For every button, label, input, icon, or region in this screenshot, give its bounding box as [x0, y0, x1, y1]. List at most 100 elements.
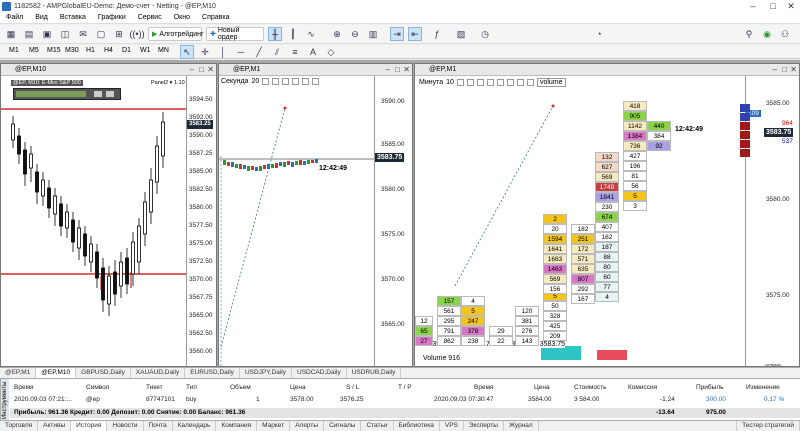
toolbox-side-tab[interactable]: Инструменты [0, 379, 9, 421]
tester-icon[interactable]: ⊞ [112, 27, 126, 41]
zoom-out-icon[interactable]: ⊖ [348, 27, 362, 41]
tab-alerts[interactable]: Алерты [290, 421, 325, 431]
templates-icon[interactable]: ▧ [454, 27, 468, 41]
tab-usdjpy[interactable]: USDJPY,Daily [240, 368, 292, 378]
price-axis-m1[interactable]: 3590.00 3585.00 3580.00 3575.00 3570.00 … [374, 76, 412, 366]
tab-assets[interactable]: Активы [38, 421, 72, 431]
shapes-icon[interactable]: ◇ [324, 45, 338, 59]
maximize-icon[interactable]: □ [782, 64, 787, 76]
algo-trading-button[interactable]: ▶ Алготрейдинг [148, 27, 204, 41]
tf-m1[interactable]: M1 [8, 47, 20, 54]
col-header-volume[interactable]: Объем [230, 384, 251, 391]
indicators-icon[interactable]: ƒ [430, 27, 444, 41]
signal-status-icon[interactable]: ◉ [760, 27, 774, 41]
tf-m5[interactable]: M5 [28, 47, 40, 54]
col-header-close-time[interactable]: Время [474, 384, 494, 391]
col-header-time[interactable]: Время [14, 384, 34, 391]
close-icon[interactable]: ✕ [790, 64, 797, 76]
tab-calendar[interactable]: Календарь [173, 421, 217, 431]
horizontal-line-icon[interactable]: ─ [234, 45, 248, 59]
close-icon[interactable]: ✕ [403, 64, 410, 76]
profiles-icon[interactable]: ▤ [22, 27, 36, 41]
chart-window-m1-cluster[interactable]: @EP,M1 – □ ✕ Минута 10 volume 12:42:49 O… [414, 63, 800, 367]
new-order-button[interactable]: ✚ Новый ордер [206, 27, 264, 41]
col-header-sl[interactable]: S / L [346, 384, 359, 391]
price-axis-m10[interactable]: 3594.50 3592.00 3590.00 3587.25 3585.00 … [186, 76, 216, 366]
market-watch-icon[interactable]: ▣ [40, 27, 54, 41]
menu-charts[interactable]: Графики [98, 14, 126, 21]
tab-trade[interactable]: Торговля [0, 421, 39, 431]
col-header-change[interactable]: Изменение [746, 384, 780, 391]
col-header-value[interactable]: Стоимость [574, 384, 607, 391]
tab-experts[interactable]: Эксперты [464, 421, 504, 431]
tile-windows-icon[interactable]: ▥ [366, 27, 380, 41]
maximize-icon[interactable]: □ [395, 64, 400, 76]
account-icon[interactable]: ⚇ [778, 27, 792, 41]
navigator-icon[interactable]: ✉ [76, 27, 90, 41]
tab-mail[interactable]: Почта [144, 421, 173, 431]
close-icon[interactable]: ✕ [782, 0, 800, 12]
col-header-ticket[interactable]: Тикет [146, 384, 163, 391]
minimize-icon[interactable]: – [386, 64, 390, 76]
tab-ep-m1[interactable]: @EP,M1 [0, 368, 37, 378]
tab-library[interactable]: Библиотека [394, 421, 440, 431]
tab-usdcad[interactable]: USDCAD,Daily [292, 368, 347, 378]
tab-company[interactable]: Компания [216, 421, 258, 431]
tf-h1[interactable]: H1 [85, 47, 96, 54]
price-axis-cluster[interactable]: 3585.00 3580.00 3575.00 964 537 109 3583… [740, 76, 799, 366]
minimize-icon[interactable]: – [190, 64, 194, 76]
terminal-icon[interactable]: ▢ [94, 27, 108, 41]
tab-ep-m10[interactable]: @EP,M10 [36, 368, 77, 378]
menu-help[interactable]: Справка [202, 14, 229, 21]
cursor-icon[interactable]: ↖ [180, 45, 194, 59]
col-header-profit[interactable]: Прибыль [696, 384, 724, 391]
tab-gbpusd[interactable]: GBPUSD,Daily [76, 368, 131, 378]
candle-chart-m10[interactable] [1, 76, 186, 367]
col-header-symbol[interactable]: Символ [86, 384, 109, 391]
trendline-icon[interactable]: ╱ [252, 45, 266, 59]
maximize-icon[interactable]: □ [764, 0, 782, 12]
tab-vps[interactable]: VPS [440, 421, 464, 431]
minimize-icon[interactable]: – [773, 64, 777, 76]
col-header-close-price[interactable]: Цена [534, 384, 550, 391]
chart-shift-icon[interactable]: ⇤ [408, 27, 422, 41]
chart-window-m1-seconds[interactable]: @EP,M1 – □ ✕ Секунда 20 12:42:49 3590.00… [218, 63, 413, 367]
text-tool-icon[interactable]: A [306, 45, 320, 59]
line-chart-icon[interactable]: ∿ [304, 27, 318, 41]
tf-h4[interactable]: H4 [103, 47, 114, 54]
close-icon[interactable]: ✕ [207, 64, 214, 76]
menu-file[interactable]: Файл [6, 14, 23, 21]
tab-history[interactable]: История [71, 421, 108, 431]
col-header-tp[interactable]: T / P [398, 384, 412, 391]
crosshair-icon[interactable]: ✛ [198, 45, 212, 59]
menu-tools[interactable]: Сервис [138, 14, 162, 21]
autoscroll-icon[interactable]: ⇥ [390, 27, 404, 41]
tab-journal[interactable]: Журнал [504, 421, 539, 431]
tf-d1[interactable]: D1 [121, 47, 132, 54]
tf-w1[interactable]: W1 [139, 47, 152, 54]
menu-insert[interactable]: Вставка [60, 14, 86, 21]
chart-window-m10[interactable]: @EP,M10 – □ ✕ @EP, M10: E-Mini S&P 500 P… [0, 63, 217, 367]
search-icon[interactable]: ⚲ [742, 27, 756, 41]
channel-icon[interactable]: ⫽ [270, 45, 284, 59]
tab-xauaud[interactable]: XAUAUD,Daily [131, 368, 186, 378]
bar-chart-icon[interactable]: ╫ [268, 27, 282, 41]
col-header-type[interactable]: Тип [186, 384, 197, 391]
strategy-tester-button[interactable]: Тестер стратегий [736, 421, 800, 431]
tf-m30[interactable]: M30 [64, 47, 80, 54]
tf-mn[interactable]: MN [157, 47, 170, 54]
tab-eurusd[interactable]: EURUSD,Daily [185, 368, 240, 378]
col-header-price[interactable]: Цена [290, 384, 306, 391]
tick-chart[interactable] [219, 76, 374, 367]
tab-signals[interactable]: Сигналы [324, 421, 362, 431]
tab-market[interactable]: Маркет [257, 421, 291, 431]
candles-icon[interactable]: ┃ [286, 27, 300, 41]
maximize-icon[interactable]: □ [199, 64, 204, 76]
menu-window[interactable]: Окно [174, 14, 190, 21]
tf-m15[interactable]: M15 [46, 47, 62, 54]
minimize-icon[interactable]: – [744, 0, 762, 12]
fibo-icon[interactable]: ≡ [288, 45, 302, 59]
zoom-in-icon[interactable]: ⊕ [330, 27, 344, 41]
menu-view[interactable]: Вид [35, 14, 48, 21]
col-header-commission[interactable]: Комиссия [628, 384, 657, 391]
